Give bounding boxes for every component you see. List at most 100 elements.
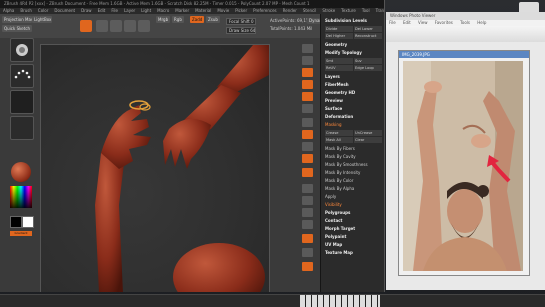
menu-draw[interactable]: Draw xyxy=(81,8,91,13)
tray-row[interactable]: Mask By Color xyxy=(325,178,383,184)
tray-button[interactable]: Edge Loop xyxy=(354,65,382,71)
persp-icon[interactable] xyxy=(302,118,313,127)
aahalf-icon[interactable] xyxy=(302,104,313,113)
lsym-icon[interactable] xyxy=(302,154,313,163)
transp-icon[interactable] xyxy=(302,248,313,257)
rotate-icon[interactable] xyxy=(302,220,313,229)
tray-row[interactable]: Deformation xyxy=(325,114,383,120)
tray-row[interactable]: UV Map xyxy=(325,242,383,248)
menu-view[interactable]: View xyxy=(418,20,428,25)
tray-button[interactable]: Smt xyxy=(325,58,353,64)
tray-button[interactable]: Mask All xyxy=(325,137,353,143)
tray-row[interactable]: Mask By Fibers xyxy=(325,146,383,152)
zsub-button[interactable]: Zsub xyxy=(206,16,220,23)
tray-row[interactable]: Contact xyxy=(325,218,383,224)
menu-macro[interactable]: Macro xyxy=(157,8,169,13)
alpha-picker[interactable] xyxy=(10,90,34,114)
frame-icon[interactable] xyxy=(302,184,313,193)
floor-icon[interactable] xyxy=(302,130,313,139)
tray-button[interactable]: Crease xyxy=(325,130,353,136)
tray-button[interactable]: Divide xyxy=(325,26,353,32)
main-color-swatch[interactable] xyxy=(22,216,34,228)
scroll-icon[interactable] xyxy=(302,68,313,77)
tray-row[interactable]: Geometry HD xyxy=(325,90,383,96)
texture-picker[interactable] xyxy=(10,116,34,140)
stroke-picker[interactable] xyxy=(10,64,34,88)
draw-size-slider[interactable]: Draw Size 64 xyxy=(226,27,256,34)
menu-material[interactable]: Material xyxy=(195,8,211,13)
tray-row[interactable]: Surface xyxy=(325,106,383,112)
tray-row[interactable]: Layers xyxy=(325,74,383,80)
tray-row[interactable]: Subdivision Levels xyxy=(325,18,383,24)
menu-file[interactable]: File xyxy=(389,20,396,25)
menu-transform[interactable]: Transform xyxy=(376,8,384,13)
tray-row[interactable]: FiberMesh xyxy=(325,82,383,88)
rgb-button[interactable]: Rgb xyxy=(172,16,184,23)
menu-edit[interactable]: Edit xyxy=(403,20,411,25)
taskbar-app-strip[interactable] xyxy=(300,295,380,307)
menu-tool[interactable]: Tool xyxy=(362,8,370,13)
menu-favorites[interactable]: Favorites xyxy=(435,20,453,25)
menu-stencil[interactable]: Stencil xyxy=(303,8,317,13)
menu-marker[interactable]: Marker xyxy=(175,8,189,13)
lightbox-button[interactable]: LightBox xyxy=(32,16,52,23)
tray-button[interactable]: UnCrease xyxy=(354,130,382,136)
solo-icon[interactable] xyxy=(302,262,313,271)
tray-button[interactable]: ReUV xyxy=(325,65,353,71)
tray-row[interactable]: Geometry xyxy=(325,42,383,48)
tray-row[interactable]: Visibility xyxy=(325,202,383,208)
tray-button[interactable]: Del Lower xyxy=(354,26,382,32)
rotate-button[interactable] xyxy=(138,20,150,32)
draw-button[interactable] xyxy=(96,20,108,32)
tray-row[interactable]: Mask By Alpha xyxy=(325,186,383,192)
color-picker[interactable] xyxy=(10,186,32,208)
edit-button[interactable] xyxy=(80,20,92,32)
secondary-color-swatch[interactable] xyxy=(10,216,22,228)
quick-sketch-button[interactable]: Quick Sketch xyxy=(2,25,32,32)
tray-row[interactable]: Apply xyxy=(325,194,383,200)
menu-color[interactable]: Color xyxy=(38,8,48,13)
mrgb-button[interactable]: Mrgb xyxy=(156,16,171,23)
tray-row[interactable]: Masking xyxy=(325,122,383,128)
sculpt-canvas[interactable] xyxy=(40,44,270,292)
tray-row[interactable]: Polypaint xyxy=(325,234,383,240)
bpr-icon[interactable] xyxy=(302,44,313,53)
menu-file[interactable]: File xyxy=(111,8,118,13)
brush-picker[interactable] xyxy=(10,38,34,62)
menu-help[interactable]: Help xyxy=(477,20,486,25)
tray-button[interactable]: Del Higher xyxy=(325,33,353,39)
menu-stroke[interactable]: Stroke xyxy=(322,8,335,13)
menu-tools[interactable]: Tools xyxy=(460,20,470,25)
tray-button[interactable]: Reconstruct xyxy=(354,33,382,39)
menu-preferences[interactable]: Preferences xyxy=(253,8,277,13)
tray-row[interactable]: Texture Map xyxy=(325,250,383,256)
actual-icon[interactable] xyxy=(302,92,313,101)
tray-button[interactable]: Clear xyxy=(354,137,382,143)
tray-button[interactable]: Suv xyxy=(354,58,382,64)
material-sphere[interactable] xyxy=(11,162,31,182)
projection-master-button[interactable]: Projection Master xyxy=(2,16,32,23)
zoom-icon[interactable] xyxy=(302,80,313,89)
spix-icon[interactable] xyxy=(302,56,313,65)
xyz-icon[interactable] xyxy=(302,168,313,177)
tray-row[interactable]: Morph Target xyxy=(325,226,383,232)
move-icon[interactable] xyxy=(302,196,313,205)
zadd-button[interactable]: Zadd xyxy=(190,16,205,23)
menu-brush[interactable]: Brush xyxy=(20,8,32,13)
tray-row[interactable]: Mask By Cavity xyxy=(325,154,383,160)
focal-shift-slider[interactable]: Focal Shift 0 xyxy=(226,18,256,25)
menu-edit[interactable]: Edit xyxy=(98,8,106,13)
menu-movie[interactable]: Movie xyxy=(217,8,229,13)
menu-alpha[interactable]: Alpha xyxy=(3,8,14,13)
menu-document[interactable]: Document xyxy=(54,8,75,13)
menu-picker[interactable]: Picker xyxy=(235,8,247,13)
menu-layer[interactable]: Layer xyxy=(124,8,135,13)
move-button[interactable] xyxy=(110,20,122,32)
tray-row[interactable]: Preview xyxy=(325,98,383,104)
tray-row[interactable]: Modify Topology xyxy=(325,50,383,56)
menu-render[interactable]: Render xyxy=(283,8,297,13)
local-icon[interactable] xyxy=(302,142,313,151)
scale-button[interactable] xyxy=(124,20,136,32)
tray-row[interactable]: Mask By Smoothness xyxy=(325,162,383,168)
menu-texture[interactable]: Texture xyxy=(341,8,356,13)
